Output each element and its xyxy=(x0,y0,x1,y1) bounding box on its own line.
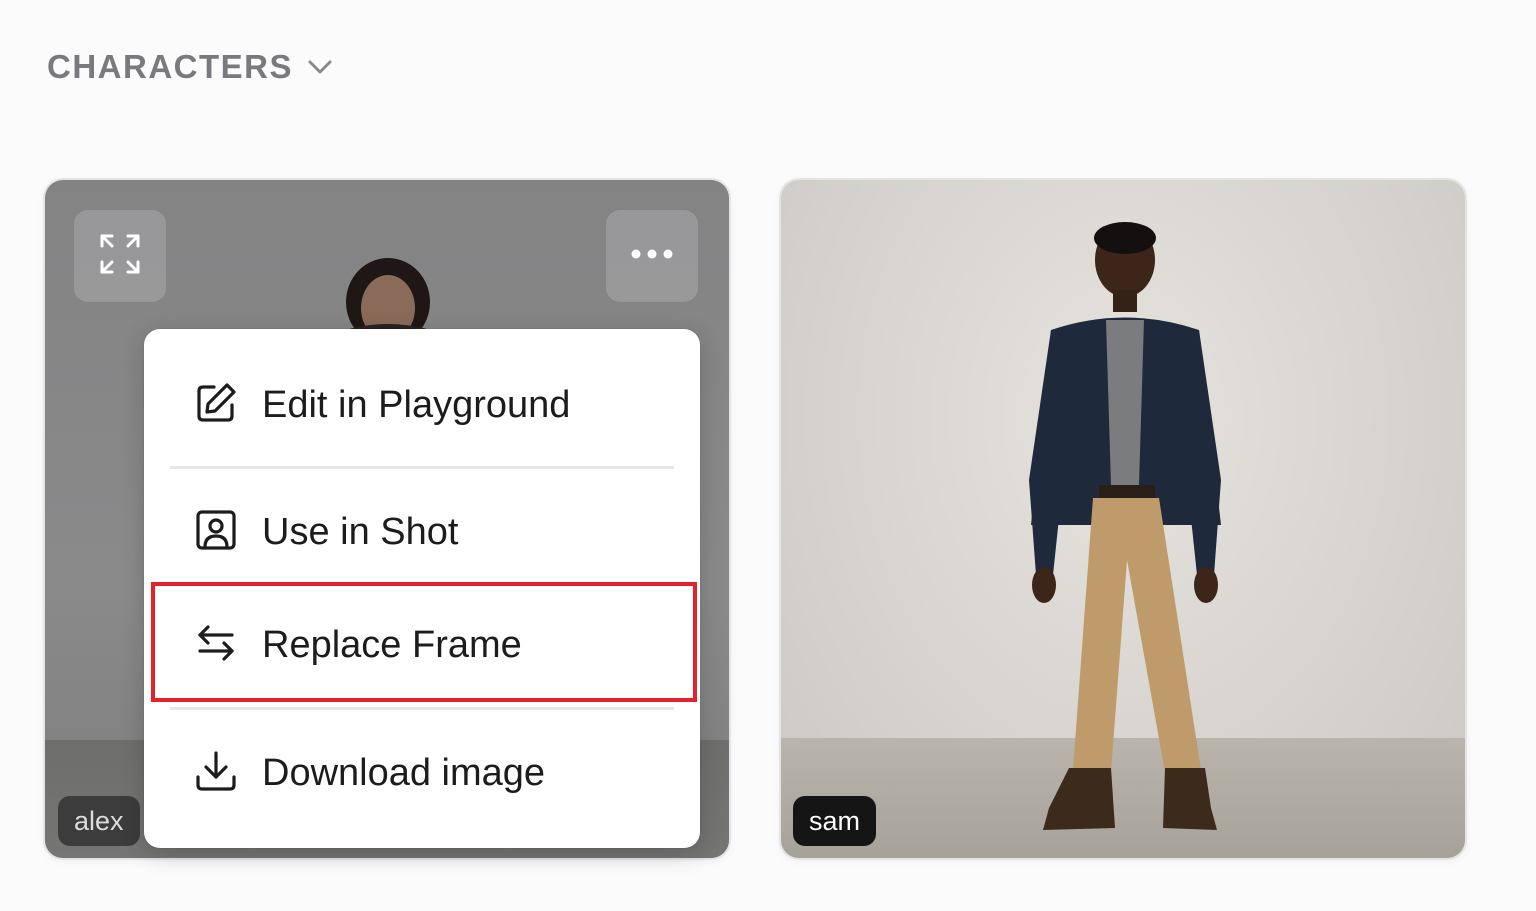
menu-item-replace-frame[interactable]: Replace Frame xyxy=(144,609,700,681)
swap-arrows-icon xyxy=(194,621,238,670)
characters-section-toggle[interactable]: CHARACTERS xyxy=(47,48,333,86)
menu-item-label: Replace Frame xyxy=(262,623,522,666)
menu-item-label: Use in Shot xyxy=(262,510,459,553)
download-icon xyxy=(194,749,238,798)
menu-item-label: Download image xyxy=(262,751,546,794)
menu-divider xyxy=(170,466,674,469)
expand-button[interactable] xyxy=(74,210,166,302)
card-context-menu: Edit in Playground Use in Shot Replace F… xyxy=(144,329,700,848)
section-title: CHARACTERS xyxy=(47,48,293,85)
character-image-sam xyxy=(781,180,1465,858)
portrait-icon xyxy=(194,508,238,557)
character-name-tag: alex xyxy=(58,796,140,846)
expand-icon xyxy=(98,232,142,281)
menu-item-edit-in-playground[interactable]: Edit in Playground xyxy=(144,369,700,441)
edit-icon xyxy=(194,381,238,430)
more-options-button[interactable] xyxy=(606,210,698,302)
chevron-down-icon xyxy=(307,59,333,75)
character-card-sam[interactable]: sam xyxy=(781,180,1465,858)
menu-item-download-image[interactable]: Download image xyxy=(144,737,700,809)
menu-divider xyxy=(170,707,674,710)
menu-item-use-in-shot[interactable]: Use in Shot xyxy=(144,496,700,568)
character-name-tag: sam xyxy=(793,796,877,846)
more-horizontal-icon xyxy=(630,247,674,265)
menu-item-label: Edit in Playground xyxy=(262,383,571,426)
